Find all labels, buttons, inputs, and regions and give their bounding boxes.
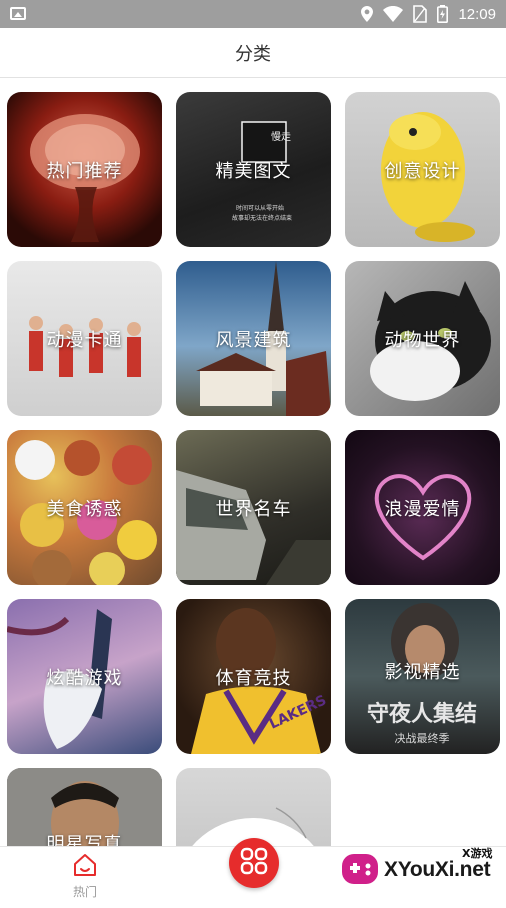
header: 分类 [0, 28, 506, 78]
watermark-site: XYouXi.net [384, 858, 491, 881]
category-label: 明星写真 [46, 834, 123, 846]
image-notification-icon [10, 7, 26, 20]
category-scenery[interactable]: 风景建筑 [176, 261, 331, 416]
battery-charging-icon [437, 5, 449, 23]
category-label: 风景建筑 [215, 329, 292, 351]
category-tile[interactable] [176, 768, 331, 846]
category-label: 动漫卡通 [46, 329, 123, 351]
status-time: 12:09 [458, 5, 496, 23]
category-hot[interactable]: 热门推荐 [7, 92, 162, 247]
nav-item-hot[interactable]: 热门 [60, 853, 110, 899]
wifi-icon [383, 6, 404, 22]
sign-caption-1: 时间可以从零开始 [236, 204, 284, 212]
category-label: 动物世界 [384, 329, 461, 351]
sign-caption-2: 故事却无法在终点结束 [232, 214, 292, 222]
category-cars[interactable]: 世界名车 [176, 430, 331, 585]
category-label: 热门推荐 [46, 160, 123, 182]
category-movies[interactable]: 守夜人集结 决战最终季 影视精选 [345, 599, 500, 754]
category-animals[interactable]: 动物世界 [345, 261, 500, 416]
category-label: 精美图文 [215, 160, 292, 182]
category-label: 体育竞技 [215, 667, 292, 689]
category-games[interactable]: 炫酷游戏 [7, 599, 162, 754]
page-title: 分类 [235, 43, 271, 65]
category-label: 创意设计 [384, 160, 461, 182]
category-sports[interactable]: LAKERS 体育竞技 [176, 599, 331, 754]
category-label: 浪漫爱情 [384, 498, 461, 520]
category-creative-design[interactable]: 创意设计 [345, 92, 500, 247]
category-label: 炫酷游戏 [46, 667, 123, 689]
category-celebrities[interactable]: 明星写真 [7, 768, 162, 846]
xyouxi-logo-icon [342, 854, 378, 884]
sign-text: 慢走 [271, 131, 291, 143]
watermark: X游戏 XYouXi.net [336, 842, 504, 898]
category-romance[interactable]: 浪漫爱情 [345, 430, 500, 585]
sketch-image [275, 807, 307, 839]
category-label: 世界名车 [215, 498, 292, 520]
nav-item-label: 热门 [72, 885, 97, 899]
poster-subtitle: 决战最终季 [395, 731, 450, 745]
category-anime[interactable]: 动漫卡通 [7, 261, 162, 416]
category-label: 美食诱惑 [46, 498, 123, 520]
poster-title: 守夜人集结 [367, 701, 477, 727]
category-food[interactable]: 美食诱惑 [7, 430, 162, 585]
no-sim-icon [413, 5, 428, 23]
status-bar: 12:09 [0, 0, 506, 28]
grid-icon [240, 847, 268, 879]
category-picture-text[interactable]: 慢走 时间可以从零开始 故事却无法在终点结束 精美图文 [176, 92, 331, 247]
category-grid: 热门推荐 慢走 时间可以从零开始 故事却无法在终点结束 精美图文 创意设计 动漫… [0, 78, 506, 846]
home-icon [72, 853, 98, 881]
location-icon [361, 6, 374, 22]
category-label: 影视精选 [384, 661, 461, 683]
